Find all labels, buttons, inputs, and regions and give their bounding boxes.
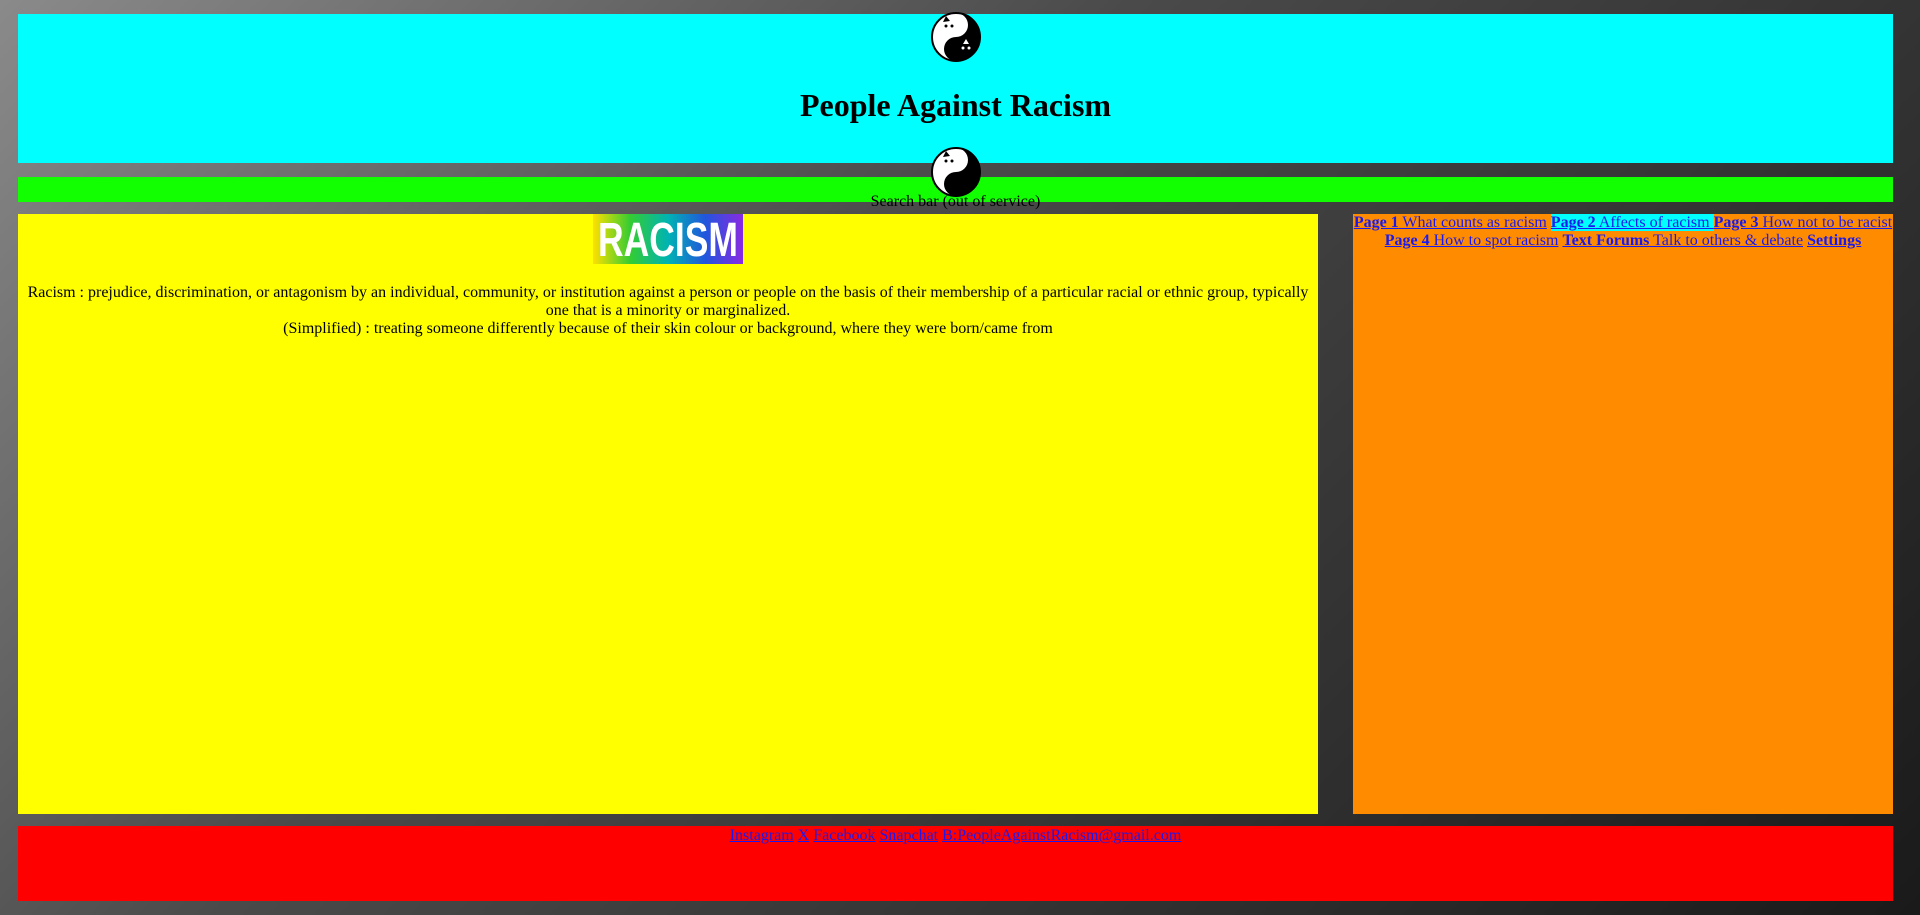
racism-simplified-definition: (Simplified) : treating someone differen… — [283, 320, 1053, 337]
nav-link-page-2[interactable]: Page 2 Affects of racism — [1550, 214, 1714, 231]
main-content: RACISM Racism : prejudice, discriminatio… — [18, 214, 1318, 814]
nav-link-text-forums[interactable]: Text Forums Talk to others & debate — [1562, 232, 1803, 249]
page-title: People Against Racism — [799, 87, 1112, 123]
site-footer: Instagram X Facebook Snapchat B:PeopleAg… — [18, 826, 1893, 901]
footer-link-facebook[interactable]: Facebook — [813, 827, 875, 844]
nav-link-page-1[interactable]: Page 1 What counts as racism — [1354, 214, 1547, 231]
racism-definition: Racism : prejudice, discrimination, or a… — [27, 284, 1309, 319]
nav-link-page-4[interactable]: Page 4 How to spot racism — [1385, 232, 1559, 249]
nav-link-page-3[interactable]: Page 3 How not to be racist — [1714, 214, 1893, 231]
footer-link-snapchat[interactable]: Snapchat — [879, 827, 938, 844]
site-header: People Against Racism — [18, 12, 1893, 197]
footer-link-email[interactable]: B:PeopleAgainstRacism@gmail.com — [942, 827, 1181, 844]
yin-yang-cats-icon — [930, 147, 981, 197]
racism-banner-image: RACISM — [593, 214, 743, 264]
footer-link-x[interactable]: X — [798, 827, 810, 844]
page-navigation: Page 1 What counts as racism Page 2 Affe… — [1353, 214, 1893, 814]
nav-link-settings[interactable]: Settings — [1807, 232, 1861, 249]
footer-link-instagram[interactable]: Instagram — [730, 827, 794, 844]
racism-banner-text: RACISM — [598, 214, 738, 264]
yin-yang-cats-icon — [930, 12, 981, 62]
